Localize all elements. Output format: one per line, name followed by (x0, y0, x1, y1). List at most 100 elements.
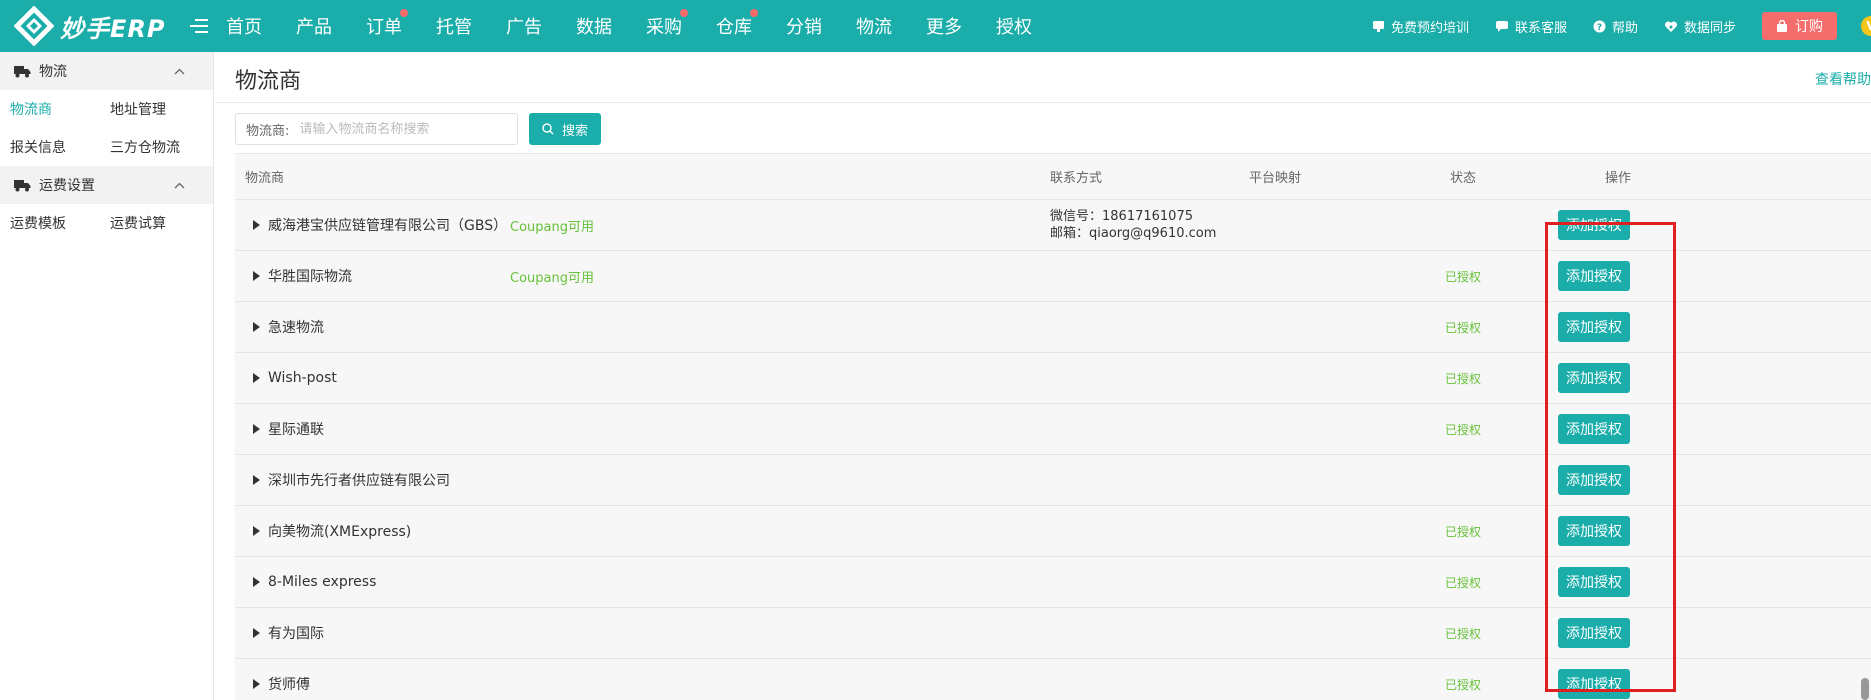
contact-cell: 微信号：18617161075 邮箱：qiaorg@q9610.com (1050, 200, 1216, 250)
customer-service-link[interactable]: 联系客服 (1495, 17, 1567, 36)
expand-arrow-icon[interactable] (253, 373, 260, 383)
expand-arrow-icon[interactable] (253, 424, 260, 434)
add-authorization-button[interactable]: 添加授权 (1558, 669, 1630, 699)
menu-toggle-icon[interactable] (190, 19, 208, 33)
table-row[interactable]: Wish-post 已授权 添加授权 (235, 353, 1871, 404)
carrier-search-input[interactable] (299, 121, 490, 137)
truck-icon (14, 179, 31, 191)
sidebar-item-3pl[interactable]: 三方仓物流 (100, 137, 200, 157)
nav-item-warehouse[interactable]: 仓库 (716, 9, 758, 39)
actions-cell: 添加授权 (1529, 557, 1659, 607)
status-badge: 已授权 (1444, 575, 1481, 590)
add-authorization-button[interactable]: 添加授权 (1558, 567, 1630, 597)
nav-item-ads[interactable]: 广告 (506, 13, 542, 39)
table-row[interactable]: 8-Miles express 已授权 添加授权 (235, 557, 1871, 608)
table-row[interactable]: 急速物流 已授权 添加授权 (235, 302, 1871, 353)
table-header: 物流商 联系方式 平台映射 状态 操作 (235, 154, 1871, 200)
add-authorization-button[interactable]: 添加授权 (1558, 363, 1630, 393)
order-button[interactable]: 订购 (1762, 12, 1837, 40)
scrollbar-thumb[interactable] (1861, 678, 1869, 700)
training-link[interactable]: 免费预约培训 (1372, 17, 1469, 36)
carrier-name: 星际通联 (268, 422, 324, 438)
divider (215, 102, 1871, 103)
data-sync-link[interactable]: 数据同步 (1664, 17, 1736, 36)
top-nav-bar: 妙手ERP 首页 产品 订单 托管 广告 数据 采购 仓库 分销 物流 更多 授… (0, 0, 1871, 52)
expand-arrow-icon[interactable] (253, 475, 260, 485)
actions-cell: 添加授权 (1529, 251, 1659, 301)
table-row[interactable]: 威海港宝供应链管理有限公司（GBS） Coupang可用 微信号：186171610… (235, 200, 1871, 251)
nav-item-home[interactable]: 首页 (226, 13, 262, 39)
table-row[interactable]: 星际通联 已授权 添加授权 (235, 404, 1871, 455)
sidebar-item-carriers[interactable]: 物流商 (0, 99, 100, 119)
add-authorization-button[interactable]: 添加授权 (1558, 414, 1630, 444)
chevron-up-icon (174, 182, 185, 188)
sidebar-group-logistics[interactable]: 物流 (0, 52, 213, 90)
table-row[interactable]: 华胜国际物流 Coupang可用 已授权 添加授权 (235, 251, 1871, 302)
expand-arrow-icon[interactable] (253, 577, 260, 587)
page-title: 物流商 (235, 69, 302, 94)
column-header-actions: 操作 (1604, 171, 1631, 186)
add-authorization-button[interactable]: 添加授权 (1558, 312, 1630, 342)
help-link-top[interactable]: ? 帮助 (1593, 17, 1638, 36)
add-authorization-button[interactable]: 添加授权 (1558, 465, 1630, 495)
vip-badge[interactable]: V (1861, 16, 1871, 36)
carrier-name: 向美物流(XMExpress) (268, 524, 412, 540)
nav-item-more[interactable]: 更多 (926, 13, 962, 39)
nav-item-logistics[interactable]: 物流 (856, 13, 892, 39)
sidebar-item-address[interactable]: 地址管理 (100, 99, 200, 119)
expand-arrow-icon[interactable] (253, 628, 260, 638)
carrier-search-field: 物流商: (235, 113, 518, 145)
expand-arrow-icon[interactable] (253, 322, 260, 332)
expand-arrow-icon[interactable] (253, 526, 260, 536)
expand-arrow-icon[interactable] (253, 271, 260, 281)
question-icon: ? (1593, 20, 1606, 33)
nav-item-auth[interactable]: 授权 (996, 13, 1032, 39)
carrier-name-cell[interactable]: 威海港宝供应链管理有限公司（GBS） (245, 200, 507, 250)
table-row[interactable]: 深圳市先行者供应链有限公司 添加授权 (235, 455, 1871, 506)
expand-arrow-icon[interactable] (253, 679, 260, 689)
coupang-tag: Coupang可用 (510, 219, 594, 235)
status-badge: 已授权 (1444, 320, 1481, 335)
sidebar-item-freight-calc[interactable]: 运费试算 (100, 213, 200, 233)
sidebar-group-freight[interactable]: 运费设置 (0, 166, 213, 204)
carrier-name-cell[interactable]: 华胜国际物流 (245, 251, 352, 301)
carrier-name-cell[interactable]: Wish-post (245, 353, 337, 403)
nav-item-orders[interactable]: 订单 (366, 9, 408, 39)
status-badge: 已授权 (1444, 269, 1481, 284)
add-authorization-button[interactable]: 添加授权 (1558, 210, 1630, 240)
actions-cell: 添加授权 (1529, 200, 1659, 250)
search-button[interactable]: 搜索 (529, 113, 601, 145)
sidebar-item-freight-template[interactable]: 运费模板 (0, 213, 100, 233)
carrier-name: 8-Miles express (268, 574, 377, 590)
carrier-name: 华胜国际物流 (268, 269, 352, 285)
carrier-name-cell[interactable]: 有为国际 (245, 608, 324, 658)
nav-item-distribution[interactable]: 分销 (786, 13, 822, 39)
add-authorization-button[interactable]: 添加授权 (1558, 261, 1630, 291)
nav-item-purchase[interactable]: 采购 (646, 9, 688, 39)
nav-item-hosting[interactable]: 托管 (436, 13, 472, 39)
carrier-name-cell[interactable]: 货师傅 (245, 659, 310, 700)
table-row[interactable]: 向美物流(XMExpress) 已授权 添加授权 (235, 506, 1871, 557)
carrier-name-cell[interactable]: 深圳市先行者供应链有限公司 (245, 455, 450, 505)
carrier-name-cell[interactable]: 8-Miles express (245, 557, 376, 607)
carrier-name: 有为国际 (268, 626, 324, 642)
carrier-name-cell[interactable]: 星际通联 (245, 404, 324, 454)
carrier-name-cell[interactable]: 急速物流 (245, 302, 324, 352)
truck-icon (14, 65, 31, 77)
actions-cell: 添加授权 (1529, 353, 1659, 403)
carrier-table: 物流商 联系方式 平台映射 状态 操作 威海港宝供应链管理有限公司（GBS） Co… (235, 153, 1871, 700)
add-authorization-button[interactable]: 添加授权 (1558, 618, 1630, 648)
carrier-name-cell[interactable]: 向美物流(XMExpress) (245, 506, 411, 556)
search-icon (542, 123, 554, 135)
sidebar-item-customs[interactable]: 报关信息 (0, 137, 100, 157)
nav-item-products[interactable]: 产品 (296, 13, 332, 39)
add-authorization-button[interactable]: 添加授权 (1558, 516, 1630, 546)
view-help-link[interactable]: 查看帮助 (1815, 69, 1871, 89)
table-row[interactable]: 有为国际 已授权 添加授权 (235, 608, 1871, 659)
sync-icon (1664, 20, 1677, 32)
expand-arrow-icon[interactable] (253, 220, 260, 230)
nav-item-data[interactable]: 数据 (576, 13, 612, 39)
table-row[interactable]: 货师傅 已授权 添加授权 (235, 659, 1871, 700)
actions-cell: 添加授权 (1529, 455, 1659, 505)
logo[interactable]: 妙手ERP (0, 5, 180, 47)
